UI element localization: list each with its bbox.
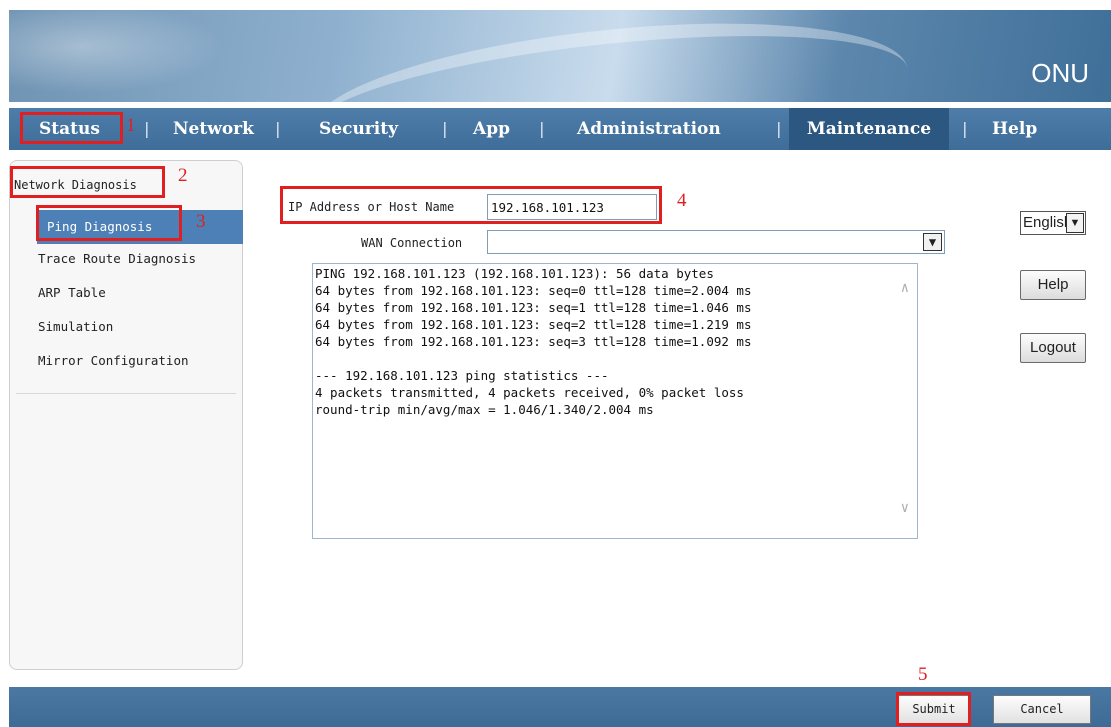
sidebar-item-mirror-configuration[interactable]: Mirror Configuration [38,353,189,368]
annotation-number-3: 3 [196,211,206,232]
nav-item-network[interactable]: Network [173,108,254,150]
sidebar-item-arp-table[interactable]: ARP Table [38,285,106,300]
nav-separator: | [273,119,283,138]
annotation-box-3 [36,205,182,241]
output-line: --- 192.168.101.123 ping statistics --- [315,368,609,383]
nav-separator: | [142,119,152,138]
wan-connection-label: WAN Connection [361,236,463,250]
nav-separator: | [537,119,547,138]
output-line: 64 bytes from 192.168.101.123: seq=0 ttl… [315,283,752,298]
output-line: 64 bytes from 192.168.101.123: seq=3 ttl… [315,334,752,349]
annotation-number-1: 1 [126,115,136,136]
banner-swoosh [303,10,915,102]
nav-item-security[interactable]: Security [319,108,398,150]
sidebar-item-simulation[interactable]: Simulation [38,319,113,334]
chevron-down-icon[interactable]: ▼ [923,233,942,251]
top-nav: Status | Network | Security | App | Admi… [9,108,1111,150]
nav-item-maintenance[interactable]: Maintenance [789,108,949,150]
cancel-button[interactable]: Cancel [993,695,1091,724]
help-button[interactable]: Help [1020,270,1086,300]
logout-button[interactable]: Logout [1020,333,1086,363]
nav-item-help[interactable]: Help [992,108,1037,150]
annotation-box-2 [10,166,165,198]
nav-item-app[interactable]: App [473,108,510,150]
brand-logo-text: ONU [1031,58,1089,88]
annotation-box-5 [896,692,971,726]
ping-output-textarea[interactable]: PING 192.168.101.123 (192.168.101.123): … [312,263,918,539]
output-line: PING 192.168.101.123 (192.168.101.123): … [315,266,714,281]
header-banner: ONU [9,10,1111,102]
output-line: round-trip min/avg/max = 1.046/1.340/2.0… [315,402,654,417]
sidebar-item-trace-route-diagnosis[interactable]: Trace Route Diagnosis [38,251,196,266]
nav-item-administration[interactable]: Administration [577,108,721,150]
output-line: 64 bytes from 192.168.101.123: seq=2 ttl… [315,317,752,332]
nav-separator: | [774,119,784,138]
annotation-number-4: 4 [677,190,687,211]
language-value: English [1023,214,1073,231]
annotation-box-4 [280,186,662,224]
banner-decoration [9,10,249,102]
output-line: 4 packets transmitted, 4 packets receive… [315,385,744,400]
annotation-number-2: 2 [178,165,188,186]
scroll-down-icon[interactable]: ∨ [901,500,909,516]
annotation-number-5: 5 [918,664,928,685]
wan-connection-select[interactable]: ▼ [487,230,945,254]
scroll-up-icon[interactable]: ∧ [901,280,909,296]
nav-separator: | [440,119,450,138]
chevron-down-icon[interactable]: ▼ [1066,213,1084,233]
sidebar-divider [16,393,236,394]
language-select[interactable]: English ▼ [1020,211,1086,235]
annotation-box-1 [20,112,123,144]
nav-separator: | [960,119,970,138]
output-line: 64 bytes from 192.168.101.123: seq=1 ttl… [315,300,752,315]
